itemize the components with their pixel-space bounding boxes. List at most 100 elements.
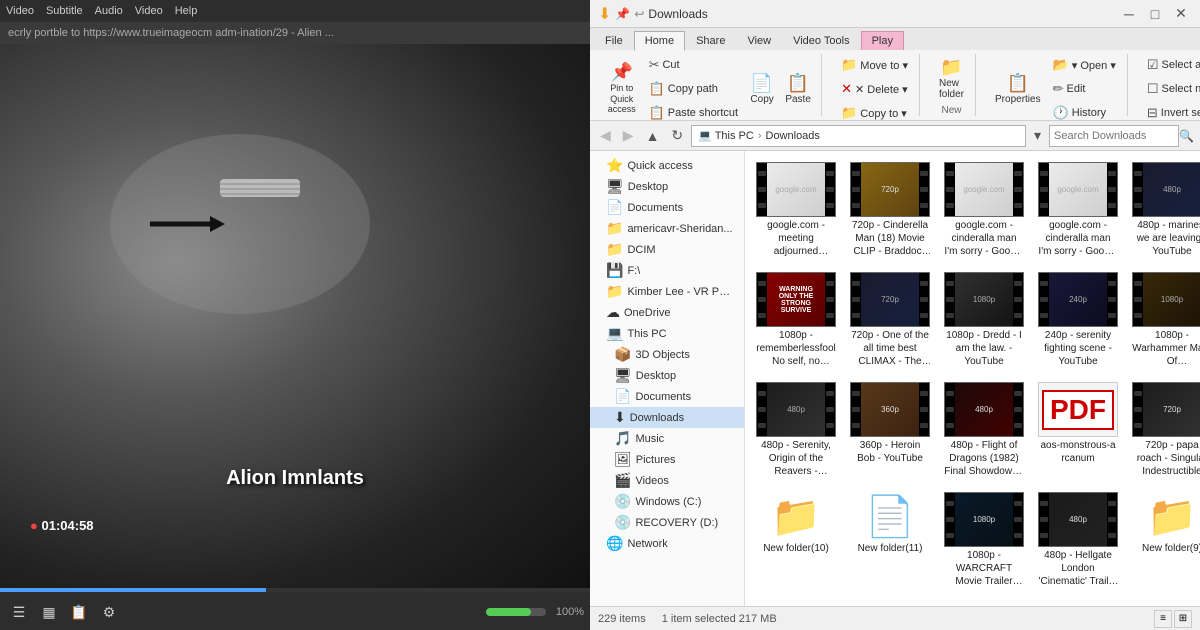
copy-button[interactable]: 📄 Copy <box>745 71 779 108</box>
menu-audio[interactable]: Audio <box>95 5 123 17</box>
sidebar-item-kimber[interactable]: 📁 Kimber Lee - VR Pac... <box>590 281 744 302</box>
sidebar-item-dcim[interactable]: 📁 DCIM <box>590 239 744 260</box>
video-progress-bar[interactable] <box>0 588 590 592</box>
move-to-button[interactable]: 📁 Move to ▾ <box>836 54 913 76</box>
refresh-button[interactable]: ↻ <box>667 125 687 146</box>
file-label: google.com - meeting adjourned monster s… <box>756 219 836 258</box>
clipboard-group: 📌 Pin to Quick access ✂ Cut 📋 Copy path <box>596 54 822 116</box>
search-icon[interactable]: 🔍 <box>1179 129 1194 143</box>
new-folder-label: New folder <box>939 78 964 100</box>
select-all-label: Select all <box>1162 59 1200 71</box>
sidebar-item-quick-access[interactable]: ⭐ Quick access <box>590 155 744 176</box>
sidebar-item-americavr[interactable]: 📁 americavr-Sheridan... <box>590 218 744 239</box>
menu-video2[interactable]: Video <box>135 5 163 17</box>
minimize-button[interactable]: ─ <box>1118 4 1140 24</box>
menu-subtitle[interactable]: Subtitle <box>46 5 83 17</box>
list-item[interactable]: 480p 480p - marines, we are leaving - Yo… <box>1127 157 1200 263</box>
sidebar-item-this-pc[interactable]: 💻 This PC <box>590 323 744 344</box>
sidebar-item-desktop2[interactable]: 🖥 Desktop <box>590 365 744 386</box>
tab-view[interactable]: View <box>736 31 782 50</box>
copy-to-icon: 📁 <box>841 105 857 121</box>
list-item[interactable]: 1080p 1080p - Warhammer Mark Of Chaos(10… <box>1127 267 1200 373</box>
up-button[interactable]: ▲ <box>642 126 664 146</box>
tab-play[interactable]: Play <box>861 31 904 50</box>
list-view-button[interactable]: ≡ <box>1154 610 1172 628</box>
taskbar-btn-4[interactable]: ⚙ <box>96 599 122 625</box>
volume-slider[interactable] <box>486 608 546 616</box>
sidebar-item-downloads[interactable]: ⬇ Downloads <box>590 407 744 428</box>
file-label: New folder(11) <box>858 542 923 555</box>
breadcrumb-computer[interactable]: 💻 This PC <box>698 129 754 142</box>
sidebar-item-windows-c[interactable]: 💿 Windows (C:) <box>590 491 744 512</box>
menu-video[interactable]: Video <box>6 5 34 17</box>
list-item[interactable]: 📁 New folder(9) <box>1127 487 1200 593</box>
properties-button[interactable]: 📋 Properties <box>990 71 1046 108</box>
sidebar-item-desktop1[interactable]: 🖥 Desktop <box>590 176 744 197</box>
list-item[interactable]: 480p 480p - Hellgate London 'Cinematic' … <box>1033 487 1123 593</box>
list-item[interactable]: 240p 240p - serenity fighting scene - Yo… <box>1033 267 1123 373</box>
delete-button[interactable]: ✕ ✕ Delete ▾ <box>836 78 913 100</box>
new-folder-icon: 📁 <box>940 58 962 76</box>
taskbar-btn-1[interactable]: ☰ <box>6 599 32 625</box>
list-item[interactable]: 720p 720p - One of the all time best CLI… <box>845 267 935 373</box>
sidebar-item-f-drive[interactable]: 💾 F:\ <box>590 260 744 281</box>
sidebar-item-onedrive[interactable]: ☁ OneDrive <box>590 302 744 323</box>
menu-help[interactable]: Help <box>175 5 198 17</box>
file-label: 1080p - WARCRAFT Movie Trailer (2016) - … <box>944 549 1024 588</box>
list-item[interactable]: 1080p 1080p - Dredd - I am the law. - Yo… <box>939 267 1029 373</box>
forward-button[interactable]: ▶ <box>619 125 638 146</box>
list-item[interactable]: 360p 360p - Heroin Bob - YouTube <box>845 377 935 483</box>
edit-button[interactable]: ✏ Edit <box>1048 78 1121 100</box>
tab-video-tools[interactable]: Video Tools <box>782 31 860 50</box>
sidebar-item-documents2[interactable]: 📄 Documents <box>590 386 744 407</box>
list-item[interactable]: 720p 720p - papa roach - Singular Indest… <box>1127 377 1200 483</box>
select-all-button[interactable]: ☑ Select all <box>1142 54 1200 76</box>
tab-share[interactable]: Share <box>685 31 736 50</box>
taskbar-btn-2[interactable]: ▦ <box>36 599 62 625</box>
sidebar-item-recovery-d[interactable]: 💿 RECOVERY (D:) <box>590 512 744 533</box>
list-item[interactable]: 720p 720p - Cinderella Man (18) Movie CL… <box>845 157 935 263</box>
file-label: 720p - One of the all time best CLIMAX -… <box>850 329 930 368</box>
list-item[interactable]: 480p 480p - Serenity, Origin of the Reav… <box>751 377 841 483</box>
list-item[interactable]: PDF aos-monstrous-a rcanum <box>1033 377 1123 483</box>
cut-button[interactable]: ✂ Cut <box>644 54 744 76</box>
address-bar[interactable]: 💻 This PC › Downloads <box>691 125 1026 147</box>
open-icon: 📂 <box>1053 57 1069 73</box>
grid-view-button[interactable]: ⊞ <box>1174 610 1192 628</box>
paste-button[interactable]: 📋 Paste <box>781 71 815 108</box>
taskbar-btn-3[interactable]: 📋 <box>66 599 92 625</box>
sidebar-item-videos[interactable]: 🎬 Videos <box>590 470 744 491</box>
file-thumbnail: 480p <box>944 382 1024 437</box>
new-folder-button[interactable]: 📁 New folder <box>934 55 969 103</box>
pin-button[interactable]: 📌 Pin to Quick access <box>602 60 642 118</box>
search-input[interactable] <box>1049 125 1179 147</box>
sidebar-item-documents1[interactable]: 📄 Documents <box>590 197 744 218</box>
open-button[interactable]: 📂 ▾ Open ▾ <box>1048 54 1121 76</box>
sidebar-item-music[interactable]: 🎵 Music <box>590 428 744 449</box>
list-item[interactable]: google.com google.com - cinderalla man I… <box>1033 157 1123 263</box>
list-item[interactable]: 📁 New folder(10) <box>751 487 841 593</box>
close-button[interactable]: ✕ <box>1170 4 1192 24</box>
maximize-button[interactable]: □ <box>1144 4 1166 24</box>
select-none-button[interactable]: ☐ Select none <box>1142 78 1200 100</box>
sidebar-item-network[interactable]: 🌐 Network <box>590 533 744 554</box>
copy-path-button[interactable]: 📋 Copy path <box>644 78 744 100</box>
list-item[interactable]: 480p 480p - Flight of Dragons (1982) Fin… <box>939 377 1029 483</box>
sidebar-item-pictures[interactable]: 🖼 Pictures <box>590 449 744 470</box>
properties-icon: 📋 <box>1007 74 1029 92</box>
list-item[interactable]: google.com google.com - meeting adjourne… <box>751 157 841 263</box>
file-label: google.com - cinderalla man I'm sorry - … <box>944 219 1024 258</box>
list-item[interactable]: 1080p 1080p - WARCRAFT Movie Trailer (20… <box>939 487 1029 593</box>
sidebar-item-3d-objects[interactable]: 📦 3D Objects <box>590 344 744 365</box>
back-button[interactable]: ◀ <box>596 125 615 146</box>
tab-file[interactable]: File <box>594 31 634 50</box>
list-item[interactable]: google.com google.com - cinderalla man I… <box>939 157 1029 263</box>
list-item[interactable]: WARNING ONLY THE STRONG SURVIVE 1080p - … <box>751 267 841 373</box>
expand-address-button[interactable]: ▾ <box>1030 125 1045 146</box>
list-item[interactable]: 📄 New folder(11) <box>845 487 935 593</box>
breadcrumb-downloads[interactable]: Downloads <box>766 130 820 142</box>
file-area: google.com google.com - meeting adjourne… <box>745 151 1200 606</box>
tab-home[interactable]: Home <box>634 31 685 51</box>
file-thumbnail: google.com <box>1038 162 1118 217</box>
move-icon: 📁 <box>841 57 857 73</box>
